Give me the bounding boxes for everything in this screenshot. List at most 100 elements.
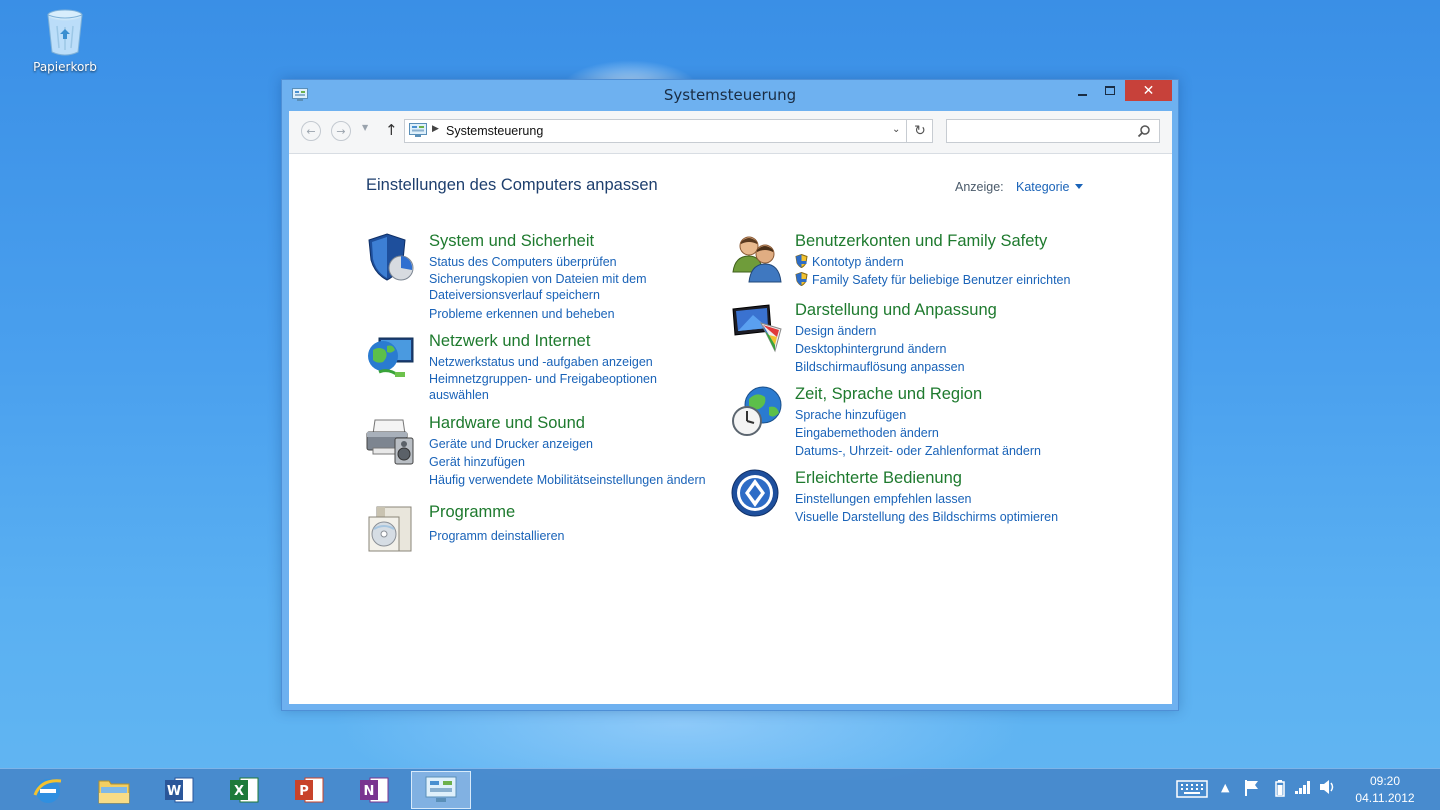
clock-globe-icon[interactable]: [731, 385, 783, 437]
link-recommend-settings[interactable]: Einstellungen empfehlen lassen: [795, 490, 1095, 508]
svg-text:N: N: [364, 784, 375, 799]
control-panel-icon: [425, 776, 457, 802]
signal-strength-icon[interactable]: [1294, 779, 1312, 799]
category-title[interactable]: System und Sicherheit: [429, 232, 594, 251]
svg-text:W: W: [167, 784, 181, 799]
powerpoint-icon: P: [295, 777, 324, 803]
link-troubleshoot[interactable]: Probleme erkennen und beheben: [429, 305, 729, 323]
link-add-device[interactable]: Gerät hinzufügen: [429, 453, 729, 471]
link-homegroup[interactable]: Heimnetzgruppen- und Freigabeoptionen au…: [429, 371, 679, 403]
search-input[interactable]: [946, 119, 1160, 143]
refresh-button[interactable]: ↻: [906, 119, 933, 143]
category-title[interactable]: Zeit, Sprache und Region: [795, 385, 982, 404]
category-title[interactable]: Darstellung und Anpassung: [795, 301, 997, 320]
taskbar-powerpoint[interactable]: P: [281, 771, 337, 809]
link-file-history[interactable]: Sicherungskopien von Dateien mit dem Dat…: [429, 271, 679, 303]
minimize-icon: [1077, 93, 1087, 96]
navigation-bar: ← → ▼ ↑ ▶ Systemsteuerung ⌄ ↻: [289, 111, 1172, 154]
link-optimize-display[interactable]: Visuelle Darstellung des Bildschirms opt…: [795, 508, 1095, 526]
users-icon[interactable]: [731, 232, 783, 284]
maximize-icon: [1105, 86, 1115, 95]
search-icon[interactable]: [1137, 123, 1151, 142]
forward-button[interactable]: →: [331, 121, 351, 141]
close-button[interactable]: ✕: [1125, 80, 1172, 101]
title-bar[interactable]: Systemsteuerung ✕: [282, 80, 1178, 111]
link-screen-resolution[interactable]: Bildschirmauflösung anpassen: [795, 358, 1095, 376]
recycle-bin[interactable]: Papierkorb: [28, 6, 102, 74]
touch-keyboard-icon[interactable]: [1176, 780, 1208, 802]
link-devices-printers[interactable]: Geräte und Drucker anzeigen: [429, 435, 729, 453]
taskbar-file-explorer[interactable]: [86, 771, 142, 809]
caret-down-icon: [1074, 184, 1083, 189]
chevron-down-icon: ▼: [362, 123, 369, 132]
category-title[interactable]: Hardware und Sound: [429, 414, 585, 433]
printer-speaker-icon[interactable]: [365, 414, 417, 466]
taskbar: W X P N ▲ 09:20 04.11.2012: [0, 768, 1440, 810]
volume-icon[interactable]: [1319, 779, 1337, 799]
breadcrumb-systemsteuerung[interactable]: Systemsteuerung: [446, 124, 543, 138]
link-text: Kontotyp ändern: [812, 255, 904, 269]
category-title[interactable]: Netzwerk und Internet: [429, 332, 590, 351]
network-globe-icon[interactable]: [365, 332, 417, 384]
system-clock[interactable]: 09:20 04.11.2012: [1352, 773, 1418, 807]
monitor-palette-icon[interactable]: [731, 301, 783, 353]
recycle-bin-label: Papierkorb: [33, 60, 97, 74]
category-title[interactable]: Programme: [429, 503, 515, 522]
link-input-methods[interactable]: Eingabemethoden ändern: [795, 424, 1095, 442]
category-title[interactable]: Erleichterte Bedienung: [795, 469, 962, 488]
link-desktop-background[interactable]: Desktophintergrund ändern: [795, 340, 1095, 358]
programs-disc-icon[interactable]: [365, 503, 417, 555]
arrow-left-icon: ←: [306, 124, 316, 138]
up-button[interactable]: ↑: [385, 121, 398, 139]
link-change-account-type[interactable]: Kontotyp ändern: [795, 253, 1095, 271]
folder-icon: [98, 780, 130, 804]
content-pane: Einstellungen des Computers anpassen Anz…: [289, 154, 1172, 704]
taskbar-internet-explorer[interactable]: [20, 771, 76, 809]
link-network-status[interactable]: Netzwerkstatus und -aufgaben anzeigen: [429, 353, 729, 371]
taskbar-word[interactable]: W: [151, 771, 207, 809]
address-dropdown-icon[interactable]: ⌄: [892, 124, 900, 135]
excel-icon: X: [230, 777, 259, 803]
control-panel-window: Systemsteuerung ✕ ← → ▼ ↑ ▶ Systemsteuer…: [281, 79, 1179, 711]
close-icon: ✕: [1142, 82, 1155, 99]
back-button[interactable]: ←: [301, 121, 321, 141]
category-title[interactable]: Benutzerkonten und Family Safety: [795, 232, 1047, 251]
arrow-right-icon: →: [336, 124, 346, 138]
taskbar-control-panel[interactable]: [411, 771, 471, 809]
refresh-icon: ↻: [914, 123, 926, 139]
taskbar-excel[interactable]: X: [216, 771, 272, 809]
page-title: Einstellungen des Computers anpassen: [366, 176, 658, 194]
shield-icon[interactable]: [365, 232, 417, 284]
battery-icon[interactable]: [1275, 779, 1285, 801]
recent-locations-button[interactable]: ▼: [362, 123, 368, 132]
clock-date: 04.11.2012: [1355, 791, 1415, 805]
view-by-value: Kategorie: [1016, 180, 1070, 194]
taskbar-onenote[interactable]: N: [346, 771, 402, 809]
clock-time: 09:20: [1369, 774, 1401, 788]
uac-shield-icon: [795, 254, 808, 268]
link-add-language[interactable]: Sprache hinzufügen: [795, 406, 1095, 424]
window-title: Systemsteuerung: [663, 86, 797, 104]
minimize-button[interactable]: [1069, 80, 1095, 101]
word-icon: W: [165, 777, 194, 803]
link-uninstall-program[interactable]: Programm deinstallieren: [429, 527, 729, 545]
view-by-dropdown[interactable]: Kategorie: [1016, 180, 1083, 194]
breadcrumb-separator-icon[interactable]: ▶: [432, 124, 439, 134]
ease-of-access-icon[interactable]: [731, 469, 783, 521]
link-date-time-format[interactable]: Datums-, Uhrzeit- oder Zahlenformat ände…: [795, 442, 1095, 460]
address-bar[interactable]: ▶ Systemsteuerung ⌄ ↻: [404, 119, 933, 143]
link-family-safety[interactable]: Family Safety für beliebige Benutzer ein…: [795, 271, 1095, 289]
link-mobility-settings[interactable]: Häufig verwendete Mobilitätseinstellunge…: [429, 471, 729, 489]
show-hidden-icons-icon[interactable]: ▲: [1221, 781, 1229, 794]
internet-explorer-icon: [33, 779, 62, 803]
action-center-flag-icon[interactable]: [1244, 779, 1260, 801]
uac-shield-icon: [795, 272, 808, 286]
onenote-icon: N: [360, 777, 389, 803]
arrow-up-icon: ↑: [385, 121, 398, 139]
link-check-status[interactable]: Status des Computers überprüfen: [429, 253, 729, 271]
control-panel-small-icon: [409, 123, 427, 142]
recycle-bin-icon: [47, 9, 83, 56]
view-by-label: Anzeige:: [955, 180, 1004, 194]
link-change-theme[interactable]: Design ändern: [795, 322, 1095, 340]
maximize-button[interactable]: [1097, 80, 1123, 101]
